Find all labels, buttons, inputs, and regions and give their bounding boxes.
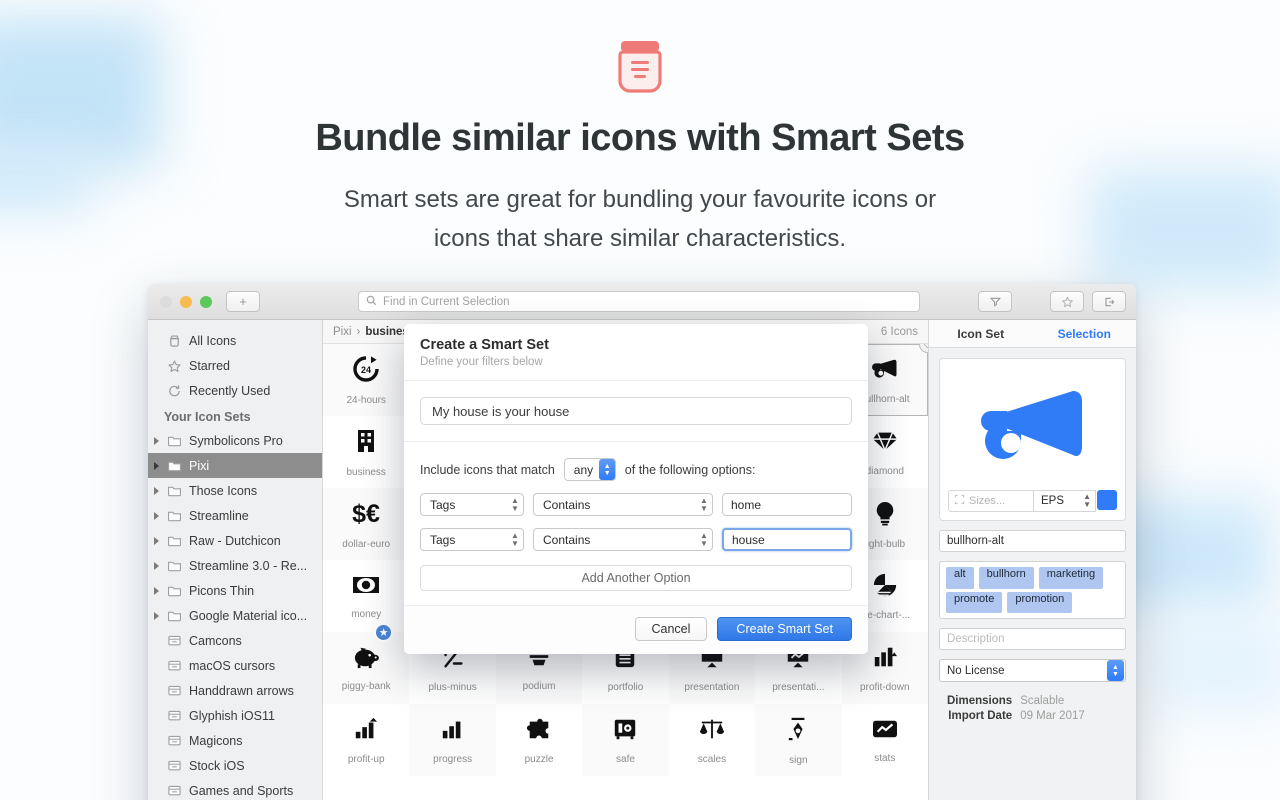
smart-set-name-input[interactable]: My house is your house bbox=[420, 397, 852, 425]
filter-row: Tags ▲ ▼ Contains ▲ ▼ home bbox=[420, 493, 852, 516]
filters-section: Include icons that match any ▲ ▼ of the f… bbox=[404, 442, 868, 591]
match-type-select[interactable]: any ▲ ▼ bbox=[563, 458, 616, 481]
filter-operator-select[interactable]: Contains ▲ ▼ bbox=[533, 493, 713, 516]
filter-field-select[interactable]: Tags ▲ ▼ bbox=[420, 493, 524, 516]
icon-jar-icon bbox=[600, 38, 680, 100]
smart-set-name-row: My house is your house bbox=[404, 381, 868, 442]
filter-operator-select[interactable]: Contains ▲ ▼ bbox=[533, 528, 713, 551]
background-blob bbox=[1150, 620, 1280, 710]
subtitle-line-1: Smart sets are great for bundling your f… bbox=[343, 185, 937, 213]
hero-section: Bundle similar icons with Smart Sets Sma… bbox=[0, 0, 1280, 259]
match-row: Include icons that match any ▲ ▼ of the f… bbox=[420, 458, 852, 481]
filter-row: Tags ▲ ▼ Contains ▲ ▼ house bbox=[420, 528, 852, 551]
chevron-updown-icon: ▲ ▼ bbox=[511, 530, 519, 548]
filter-value-input[interactable]: house bbox=[722, 528, 852, 551]
subtitle-line-2: icons that share similar characteristics… bbox=[433, 225, 847, 253]
create-smart-set-button[interactable]: Create Smart Set bbox=[717, 617, 852, 641]
filter-field-value: Tags bbox=[430, 497, 456, 512]
page-subtitle: Smart sets are great for bundling your f… bbox=[0, 180, 1280, 259]
match-suffix-label: of the following options: bbox=[624, 462, 756, 477]
dialog-title: Create a Smart Set bbox=[420, 337, 549, 353]
match-prefix-label: Include icons that match bbox=[420, 462, 555, 477]
chevron-updown-icon: ▲ ▼ bbox=[700, 530, 708, 548]
filter-value-input[interactable]: home bbox=[722, 493, 852, 516]
create-smart-set-dialog: Create a Smart Set Define your filters b… bbox=[404, 324, 868, 654]
page-root: Bundle similar icons with Smart Sets Sma… bbox=[0, 0, 1280, 800]
add-another-option-button[interactable]: Add Another Option bbox=[420, 565, 852, 591]
app-window: + Find in Current Selection All Icons St… bbox=[148, 284, 1136, 800]
filter-operator-value: Contains bbox=[543, 532, 591, 547]
dialog-header: Create a Smart Set Define your filters b… bbox=[404, 324, 868, 381]
page-title: Bundle similar icons with Smart Sets bbox=[315, 117, 965, 159]
chevron-updown-icon: ▲ ▼ bbox=[599, 459, 615, 480]
dialog-subtitle: Define your filters below bbox=[420, 356, 543, 368]
filter-field-select[interactable]: Tags ▲ ▼ bbox=[420, 528, 524, 551]
modal-overlay: Create a Smart Set Define your filters b… bbox=[148, 284, 1136, 800]
chevron-updown-icon: ▲ ▼ bbox=[511, 495, 519, 513]
filter-operator-value: Contains bbox=[543, 497, 591, 512]
match-type-value: any bbox=[573, 462, 594, 477]
chevron-updown-icon: ▲ ▼ bbox=[700, 495, 708, 513]
dialog-footer: Cancel Create Smart Set bbox=[404, 605, 868, 654]
cancel-button[interactable]: Cancel bbox=[634, 617, 708, 641]
filter-field-value: Tags bbox=[430, 532, 456, 547]
